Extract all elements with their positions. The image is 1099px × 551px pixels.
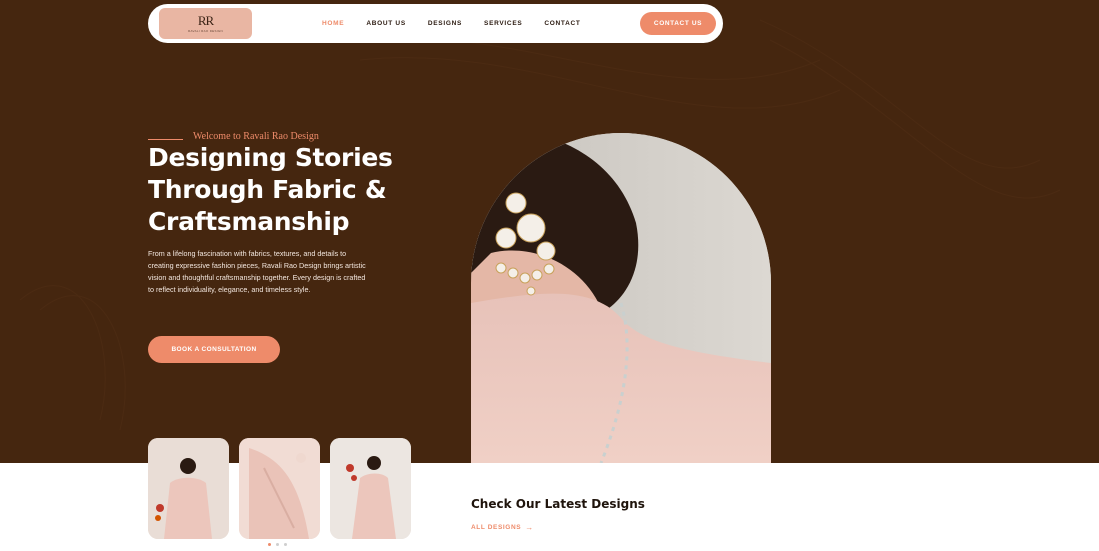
model-photo-illustration	[471, 133, 771, 463]
nav-item-designs[interactable]: DESIGNS	[428, 20, 462, 27]
hero-headline: Designing Stories Through Fabric & Craft…	[148, 143, 393, 236]
carousel-dot[interactable]	[268, 543, 271, 546]
brand-logo[interactable]: RR RAVALI RAO DESIGN	[159, 8, 252, 39]
logo-mark: RR	[197, 12, 214, 28]
book-consultation-button[interactable]: BOOK A CONSULTATION	[148, 336, 280, 363]
eyebrow-divider	[148, 139, 183, 140]
nav-links: HOME ABOUT US DESIGNS SERVICES CONTACT	[322, 4, 603, 43]
contact-us-button[interactable]: CONTACT US	[640, 12, 716, 35]
carousel-dot[interactable]	[284, 543, 287, 546]
carousel-dot[interactable]	[276, 543, 279, 546]
hero-intro: From a lifelong fascination with fabrics…	[148, 249, 366, 294]
hero-eyebrow: Welcome to Ravali Rao Design	[193, 131, 319, 142]
design-thumbnail[interactable]	[148, 438, 229, 539]
nav-item-about-us[interactable]: ABOUT US	[366, 20, 406, 27]
design-thumbnail[interactable]	[330, 438, 411, 539]
design-thumbnails	[148, 438, 411, 539]
nav-item-contact[interactable]: CONTACT	[544, 20, 580, 27]
hero-section: RR RAVALI RAO DESIGN HOME ABOUT US DESIG…	[0, 0, 1099, 463]
latest-designs-title: Check Our Latest Designs	[471, 497, 645, 511]
nav-item-services[interactable]: SERVICES	[484, 20, 522, 27]
hero-arch-image	[471, 133, 771, 463]
all-designs-link[interactable]: ALL DESIGNS →	[471, 523, 534, 532]
carousel-dots	[268, 543, 287, 546]
design-thumbnail[interactable]	[239, 438, 320, 539]
arrow-right-icon: →	[525, 523, 534, 532]
navbar: RR RAVALI RAO DESIGN HOME ABOUT US DESIG…	[148, 4, 723, 43]
nav-item-home[interactable]: HOME	[322, 20, 344, 27]
logo-wordmark: RAVALI RAO DESIGN	[188, 28, 223, 33]
all-designs-label: ALL DESIGNS	[471, 524, 522, 531]
